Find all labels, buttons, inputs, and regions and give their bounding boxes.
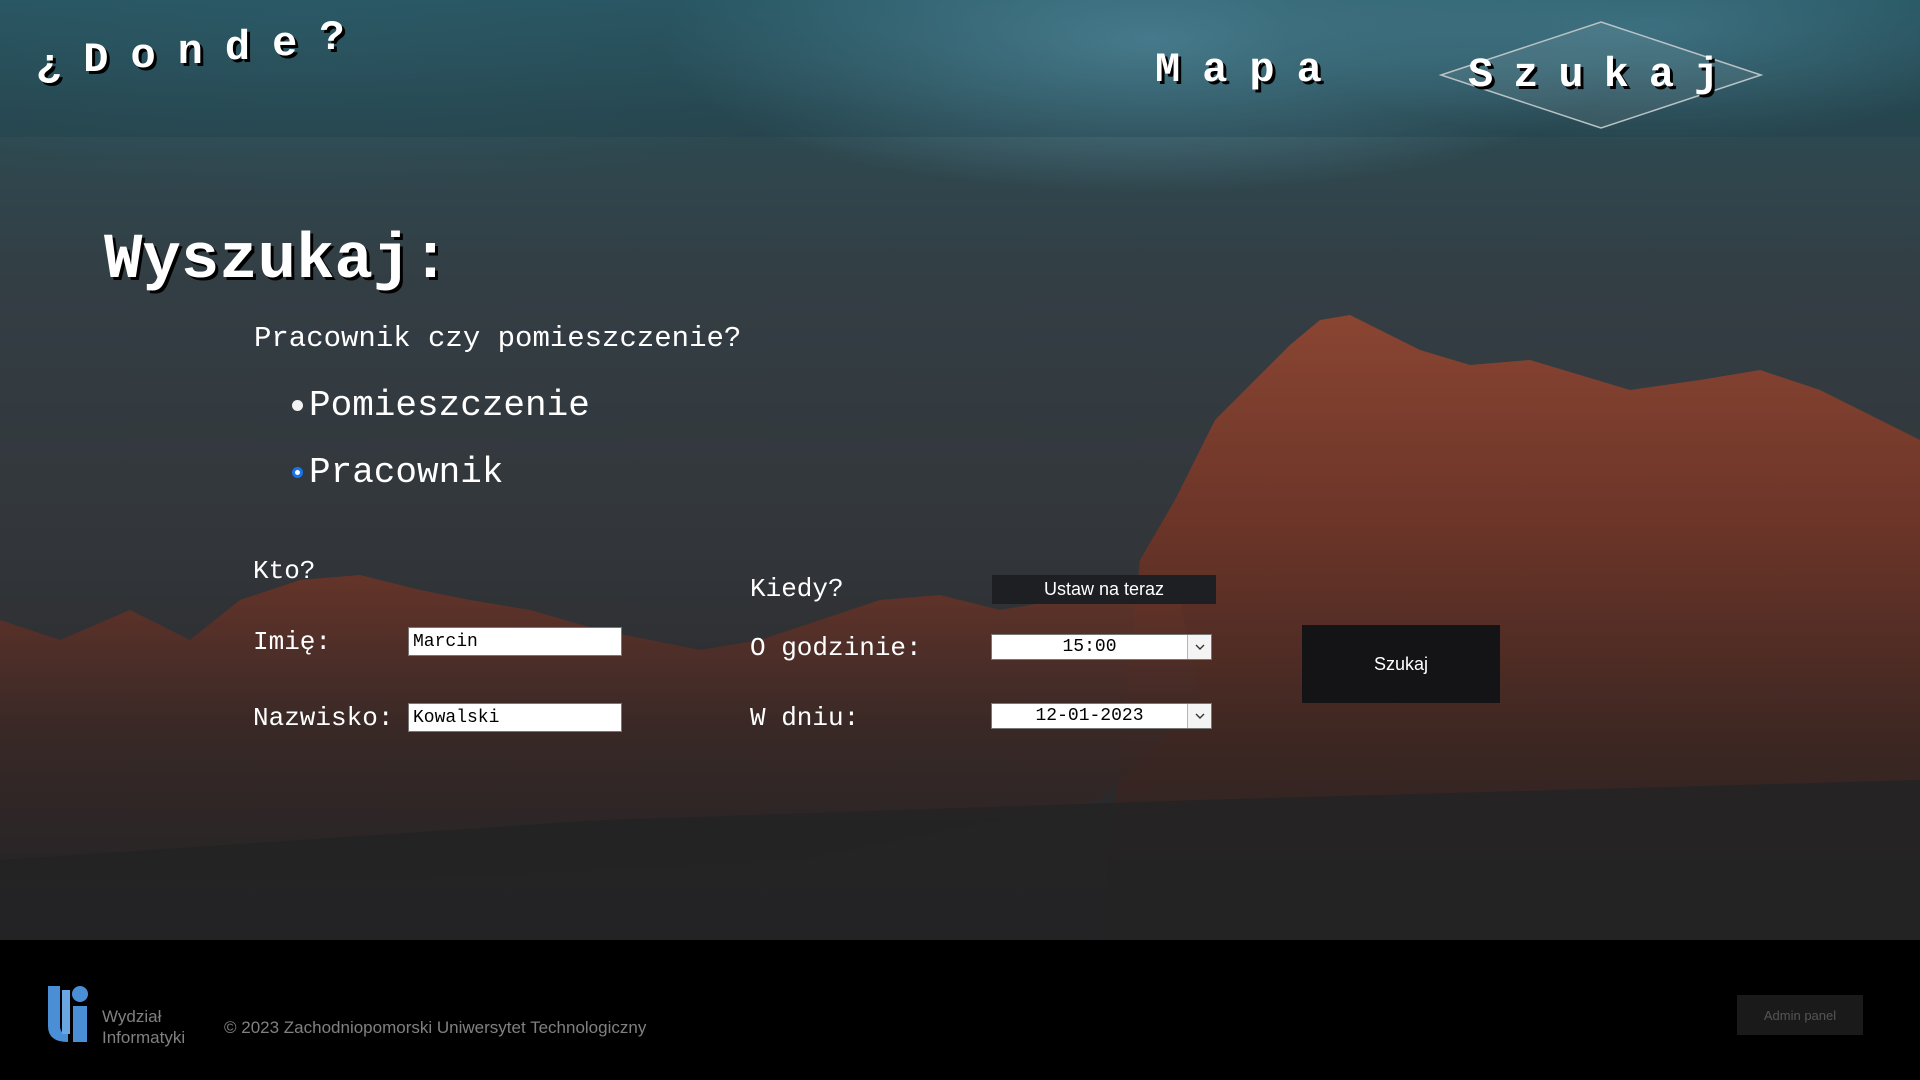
faculty-name-line1: Wydział — [102, 1007, 162, 1026]
faculty-name: Wydział Informatyki — [102, 1006, 185, 1048]
radio-label: Pracownik — [309, 452, 504, 493]
last-name-label: Nazwisko: — [253, 703, 394, 733]
page-title: Wyszukaj: — [104, 225, 450, 297]
admin-panel-button[interactable]: Admin panel — [1737, 995, 1863, 1035]
set-now-button[interactable]: Ustaw na teraz — [992, 575, 1216, 604]
logo-char: D — [83, 36, 109, 84]
time-select[interactable]: 15:00 — [991, 634, 1212, 660]
who-label: Kto? — [253, 556, 316, 586]
chevron-down-icon[interactable] — [1187, 635, 1211, 659]
first-name-input[interactable] — [408, 627, 622, 656]
time-value: 15:00 — [1062, 637, 1117, 657]
logo-char: o — [130, 32, 156, 80]
mountain-illustration — [0, 315, 1920, 940]
copyright-text: © 2023 Zachodniopomorski Uniwersytet Tec… — [224, 1018, 647, 1037]
nav-link-mapa[interactable]: Mapa — [1155, 46, 1344, 94]
logo-char: ? — [319, 14, 345, 62]
nav-szukaj-label: Szukaj — [1468, 51, 1740, 99]
radio-button-selected[interactable] — [292, 467, 303, 478]
nav-link-szukaj[interactable]: Szukaj — [1438, 20, 1764, 130]
search-type-question: Pracownik czy pomieszczenie? — [254, 322, 742, 355]
chevron-down-icon[interactable] — [1187, 704, 1211, 728]
first-name-label: Imię: — [253, 627, 332, 657]
last-name-input[interactable] — [408, 703, 622, 732]
search-button[interactable]: Szukaj — [1302, 625, 1500, 703]
faculty-name-line2: Informatyki — [102, 1028, 186, 1047]
when-label: Kiedy? — [750, 574, 844, 604]
logo-char: ¿ — [36, 42, 62, 90]
radio-button[interactable] — [292, 400, 303, 411]
footer: Wydział Informatyki © 2023 Zachodniopomo… — [0, 940, 1920, 1080]
logo-char: n — [177, 28, 203, 76]
faculty-logo-icon — [46, 982, 92, 1051]
date-label: W dniu: — [750, 703, 860, 733]
logo-char: d — [224, 24, 251, 72]
date-value: 12-01-2023 — [1035, 706, 1144, 726]
site-logo[interactable]: ¿ Do n d e? — [36, 14, 367, 90]
radio-label: Pomieszczenie — [309, 385, 590, 426]
time-label: O godzinie: — [750, 633, 922, 663]
logo-char: e — [272, 20, 298, 68]
radio-option-pomieszczenie[interactable]: Pomieszczenie — [292, 385, 590, 426]
date-select[interactable]: 12-01-2023 — [991, 703, 1212, 729]
radio-option-pracownik[interactable]: Pracownik — [292, 452, 503, 493]
background-scenery — [0, 0, 1920, 940]
